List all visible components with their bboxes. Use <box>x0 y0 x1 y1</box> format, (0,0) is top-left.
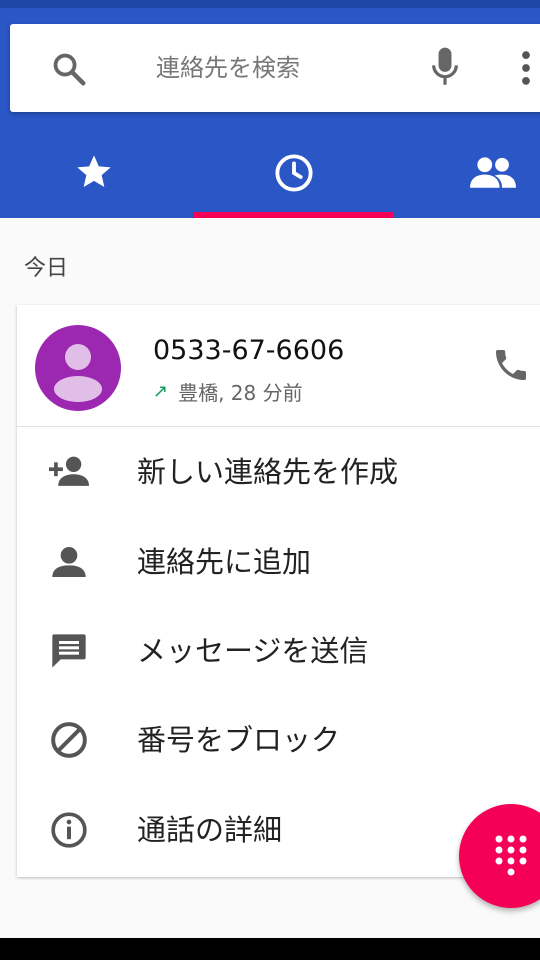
people-icon <box>470 157 516 188</box>
phone-icon[interactable] <box>491 345 531 385</box>
menu-label: メッセージを送信 <box>137 634 369 668</box>
tab-contacts[interactable] <box>400 130 540 218</box>
status-bar-edge <box>0 0 540 8</box>
menu-block-number[interactable]: 番号をブロック <box>17 695 540 785</box>
info-icon <box>51 812 87 848</box>
search-placeholder[interactable]: 連絡先を検索 <box>156 52 300 84</box>
mic-icon[interactable] <box>428 46 462 88</box>
search-bar[interactable]: 連絡先を検索 <box>10 24 540 112</box>
more-vert-icon[interactable] <box>518 50 534 86</box>
person-avatar-icon <box>54 344 102 402</box>
menu-label: 新しい連絡先を作成 <box>137 455 399 489</box>
call-location-time: 豊橋, 28 分前 <box>178 381 303 405</box>
menu-label: 連絡先に追加 <box>137 545 312 579</box>
menu-label: 番号をブロック <box>137 723 341 757</box>
block-icon <box>51 722 87 758</box>
person-icon <box>52 547 86 577</box>
tab-recents[interactable] <box>194 130 394 218</box>
person-add-icon <box>49 456 89 486</box>
system-nav-bar <box>0 938 540 960</box>
tab-bar <box>0 130 540 218</box>
clock-icon <box>275 154 313 192</box>
dialpad-icon <box>495 835 527 876</box>
call-details-line: ↗ 豊橋, 28 分前 <box>153 377 303 406</box>
star-icon <box>77 155 111 187</box>
tab-favorites[interactable] <box>0 130 190 218</box>
search-icon[interactable] <box>50 50 88 88</box>
menu-create-contact[interactable]: 新しい連絡先を作成 <box>17 427 540 517</box>
call-number[interactable]: 0533-67-6606 <box>153 335 344 366</box>
menu-add-to-contact[interactable]: 連絡先に追加 <box>17 517 540 607</box>
menu-send-message[interactable]: メッセージを送信 <box>17 606 540 696</box>
message-icon <box>52 634 86 668</box>
outgoing-arrow-icon: ↗ <box>153 381 169 402</box>
section-title: 今日 <box>24 256 69 281</box>
app-bar: 連絡先を検索 <box>0 0 540 218</box>
menu-label: 通話の詳細 <box>137 813 283 847</box>
avatar[interactable] <box>35 325 121 411</box>
selected-tab-indicator <box>194 212 394 218</box>
call-log-card: 0533-67-6606 ↗ 豊橋, 28 分前 新しい連絡先を作成 連絡先に追… <box>17 305 540 877</box>
